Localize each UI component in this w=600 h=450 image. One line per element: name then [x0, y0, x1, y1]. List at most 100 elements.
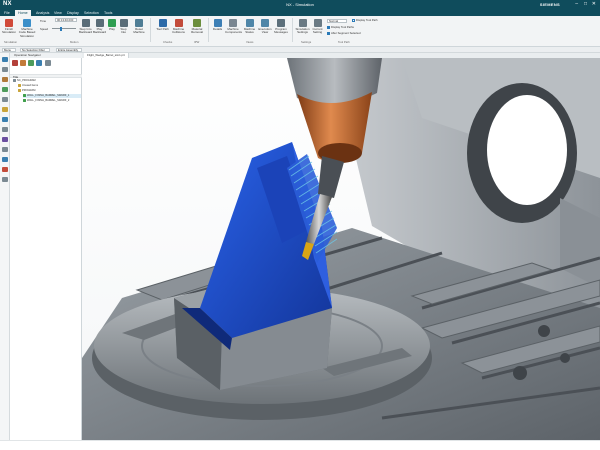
step-back-icon	[81, 19, 90, 27]
operation-navigator-icon[interactable]	[2, 57, 8, 62]
after-segment-selected-checkbox[interactable]: After Segment Selected	[327, 31, 361, 35]
display-tool-path-checkbox[interactable]: Display Tool Path	[352, 18, 378, 22]
group-label-ipw: IPW	[194, 40, 200, 44]
speed-slider[interactable]	[52, 26, 76, 31]
toolpath-mode-dropdown[interactable]: Normal	[327, 19, 347, 23]
execution-icon	[261, 19, 269, 27]
table-bolt-hole	[538, 325, 550, 337]
finish-simulation-button[interactable]: Finish Simulation	[2, 19, 16, 35]
part-navigator-icon[interactable]	[2, 127, 8, 132]
collisions-icon	[174, 19, 183, 27]
current-setting-icon	[313, 19, 322, 27]
time-label: Time	[40, 19, 47, 23]
navigator-toolbar	[12, 60, 80, 68]
method-view-icon[interactable]	[36, 60, 43, 66]
checkbox-box[interactable]	[352, 18, 355, 22]
step-into-icon	[119, 19, 128, 27]
machine-code-icon	[23, 19, 31, 27]
time-field[interactable]: 00:13:40.000	[55, 18, 77, 22]
roles-icon[interactable]	[2, 117, 8, 122]
folder-icon	[18, 84, 21, 87]
operation-navigator-panel: Operation Navigator Title NC_PROGRAM Unu…	[10, 53, 82, 440]
filter-icon[interactable]	[44, 60, 51, 66]
ribbon: Finish Simulation Machine Code Based Sim…	[0, 16, 600, 47]
group-label-settings: Settings	[301, 40, 312, 44]
program-messages-button[interactable]: Program Messages	[274, 19, 288, 35]
display-tool-paths-checkbox[interactable]: Display Tool Paths	[327, 25, 354, 29]
palettes-icon[interactable]	[2, 167, 8, 172]
group-label-checks: Checks	[163, 40, 173, 44]
tree-node-program[interactable]: PROGRAM	[18, 89, 35, 93]
checkbox-box[interactable]	[327, 31, 330, 35]
column-bore-opening	[487, 95, 567, 205]
speed-label: Speed	[40, 27, 49, 31]
assembly-navigator-icon[interactable]	[2, 137, 8, 142]
menu-dropdown[interactable]: Menu	[2, 48, 16, 52]
method-navigator-icon[interactable]	[2, 97, 8, 102]
step-into-button[interactable]: Step Into	[118, 19, 129, 35]
siemens-logo: SIEMENS	[539, 2, 560, 7]
window-title: NX - Simulation	[286, 2, 314, 7]
ribbon-separator	[208, 18, 209, 42]
play-backward-button[interactable]: Play Backward	[93, 19, 106, 35]
minimize-button[interactable]: –	[575, 2, 578, 7]
machine-navigator-icon[interactable]	[2, 67, 8, 72]
current-setting-button[interactable]: Current Setting	[311, 19, 324, 35]
selection-scope-dropdown[interactable]: Entire Assembly	[56, 48, 82, 52]
program-icon	[18, 89, 21, 92]
geometry-view-icon[interactable]	[28, 60, 35, 66]
speed-slider-thumb[interactable]	[60, 26, 62, 31]
reset-machine-button[interactable]: Reset Machine	[133, 19, 145, 35]
tree-node-nc-program[interactable]: NC_PROGRAM	[13, 79, 36, 83]
play-button[interactable]: Play	[107, 19, 117, 31]
details-button[interactable]: Details	[212, 19, 223, 31]
status-bar	[0, 440, 600, 450]
reuse-library-icon[interactable]	[2, 147, 8, 152]
navigator-title: Operation Navigator	[10, 53, 82, 58]
components-icon	[229, 19, 237, 27]
group-label-tool-path: Tool Path	[338, 40, 350, 44]
ribbon-separator	[292, 18, 293, 42]
column-header-title[interactable]: Title	[10, 74, 82, 79]
table-bolt-hole	[560, 353, 570, 363]
tool-view-icon[interactable]	[20, 60, 27, 66]
machine-code-simulation-button[interactable]: Machine Code Based Simulation	[18, 19, 36, 38]
machine-components-button[interactable]: Machine Components	[225, 19, 242, 35]
close-button[interactable]: ✕	[592, 2, 596, 7]
play-back-icon	[95, 19, 104, 27]
reset-icon	[135, 19, 143, 27]
machine-collisions-button[interactable]: Machine Collisions	[171, 19, 186, 35]
tree-node-unused-items[interactable]: Unused Items	[18, 84, 38, 88]
web-browser-icon[interactable]	[2, 157, 8, 162]
settings-icon[interactable]	[2, 177, 8, 182]
play-icon	[108, 19, 116, 27]
tool-navigator-icon[interactable]	[2, 77, 8, 82]
execution-view-button[interactable]: Execution View	[258, 19, 272, 35]
graphics-viewport[interactable]	[82, 58, 600, 440]
maximize-button[interactable]: □	[584, 2, 587, 7]
tree-node-operation-1[interactable]: WALL_FINISH_BARREL_SWARF_1	[23, 94, 81, 98]
selection-filter-dropdown[interactable]: No Selection Filter	[20, 48, 50, 52]
geometry-navigator-icon[interactable]	[2, 87, 8, 92]
machine-status-button[interactable]: Machine Status	[243, 19, 256, 35]
operation-icon	[23, 94, 26, 97]
material-removal-icon	[193, 19, 201, 27]
sim-settings-icon	[298, 19, 307, 27]
tool-path-button[interactable]: Tool Path	[156, 19, 169, 31]
step-into-backward-button[interactable]: Step Into Backward	[79, 19, 92, 35]
program-view-icon[interactable]	[12, 60, 18, 66]
status-icon	[245, 19, 254, 27]
tool-holder	[318, 156, 344, 198]
simulation-settings-button[interactable]: Simulation Settings	[295, 19, 310, 35]
table-bolt-hole	[513, 366, 527, 380]
tree-node-operation-2[interactable]: WALL_FINISH_BARREL_SWARF_2	[23, 99, 69, 103]
finish-icon	[5, 19, 13, 27]
ribbon-separator	[150, 18, 151, 42]
operation-icon	[23, 99, 26, 102]
group-label-views: Views	[246, 40, 254, 44]
history-icon[interactable]	[2, 107, 8, 112]
group-label-simulation: Simulation	[4, 40, 18, 44]
material-removal-button[interactable]: Material Removal	[190, 19, 204, 35]
checkbox-box[interactable]	[327, 25, 330, 29]
simulation-scene	[82, 58, 600, 440]
